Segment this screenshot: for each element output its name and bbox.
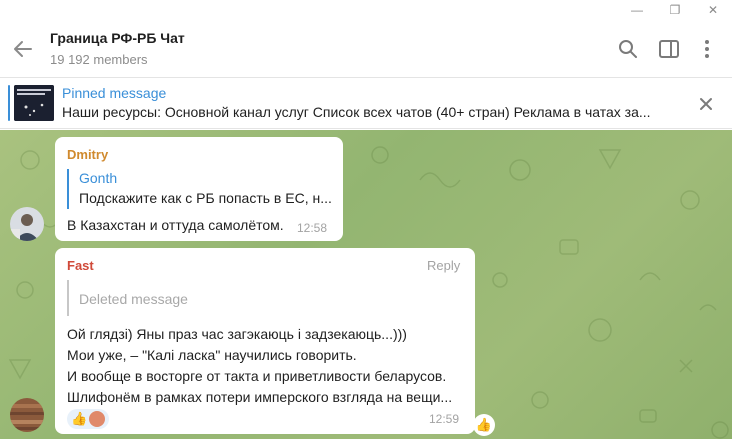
deleted-reply-text: Deleted message (79, 291, 188, 307)
reply-button[interactable]: Reply (427, 258, 460, 273)
sender-name[interactable]: Fast (67, 258, 94, 273)
quick-react-button[interactable]: 👍 (473, 414, 495, 436)
sidebar-toggle-icon (659, 40, 679, 58)
reply-text: Подскажите как с РБ попасть в ЕС, н... (79, 190, 332, 206)
chat-area[interactable]: Dmitry Gonth Подскажите как с РБ попасть… (0, 130, 732, 439)
message-time: 12:58 (297, 221, 328, 235)
message-line-2: Мои уже, – "Калі ласка" научились говори… (67, 347, 357, 363)
minimize-button[interactable]: — (628, 2, 646, 18)
sidebar-toggle-button[interactable] (657, 37, 681, 61)
message-line-4: Шлифонём в рамках потери имперского взгл… (67, 389, 453, 405)
reply-quote[interactable]: Gonth Подскажите как с РБ попасть в ЕС, … (67, 169, 332, 209)
chat-header: Граница РФ-РБ Чат 19 192 members (0, 20, 732, 78)
message-time: 12:59 (429, 412, 460, 426)
sender-name[interactable]: Dmitry (67, 147, 108, 162)
more-vertical-icon (705, 40, 709, 58)
pinned-thumbnail (14, 85, 54, 121)
pinned-message-bar[interactable]: Pinned message Наши ресурсы: Основной ка… (0, 79, 732, 129)
restore-button[interactable]: ❐ (666, 2, 684, 18)
avatar-dmitry[interactable] (10, 207, 44, 241)
avatar-fast[interactable] (10, 398, 44, 432)
back-arrow-icon (14, 41, 32, 57)
more-button[interactable] (695, 37, 719, 61)
reply-quote[interactable]: Deleted message (67, 280, 463, 316)
member-count: 19 192 members (50, 52, 148, 67)
pinned-close-button[interactable] (696, 94, 716, 114)
message-line-1: Ой глядзі) Яны праз час загэкаюць і задз… (67, 326, 407, 342)
pinned-text: Наши ресурсы: Основной канал услуг Списо… (62, 104, 651, 120)
pinned-title: Pinned message (62, 85, 167, 101)
message-bubble-dmitry[interactable]: Dmitry Gonth Подскажите как с РБ попасть… (55, 137, 343, 241)
reply-author: Gonth (79, 170, 118, 186)
thumbs-up-icon: 👍 (71, 411, 88, 426)
message-bubble-fast[interactable]: Fast Reply Deleted message Ой глядзі) Ян… (55, 248, 475, 434)
window-titlebar: — ❐ ✕ (0, 0, 732, 20)
reaction-chip[interactable]: 👍 (67, 409, 109, 429)
search-icon (619, 40, 637, 58)
message-line-3: И вообще в восторге от такта и приветлив… (67, 368, 447, 384)
search-button[interactable] (616, 37, 640, 61)
message-text: В Казахстан и оттуда самолётом. (67, 217, 284, 233)
reactor-avatar (89, 411, 105, 427)
thumbs-up-icon: 👍 (475, 417, 493, 432)
window-close-button[interactable]: ✕ (704, 2, 722, 18)
close-icon (700, 98, 712, 110)
chat-title[interactable]: Граница РФ-РБ Чат (50, 30, 185, 46)
back-button[interactable] (10, 36, 36, 62)
pinned-indicator (8, 85, 10, 121)
